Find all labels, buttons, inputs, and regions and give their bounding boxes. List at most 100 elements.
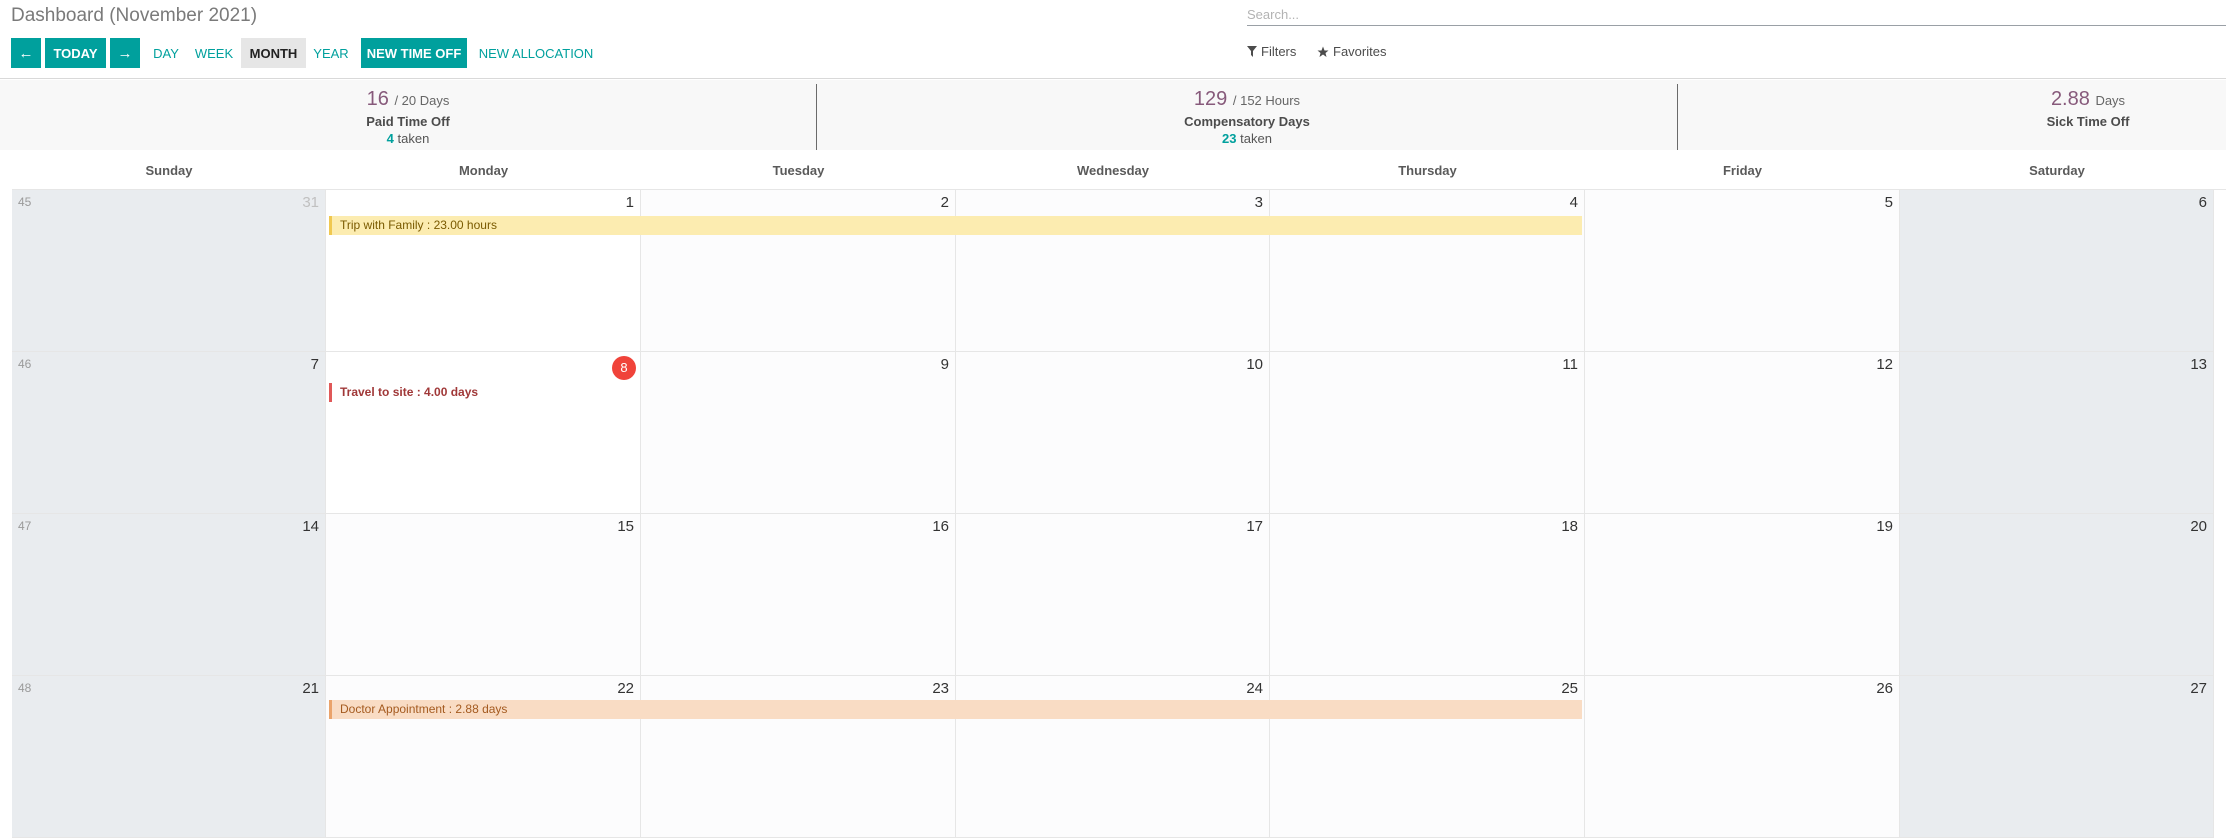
calendar-event[interactable]: Travel to site : 4.00 days — [329, 383, 637, 402]
day-number: 19 — [1876, 518, 1893, 535]
day-cell[interactable]: 11 — [1270, 352, 1585, 514]
day-cell[interactable]: 26 — [1585, 676, 1900, 838]
summary-value: 129 — [1193, 88, 1228, 110]
arrow-right-icon: → — [117, 44, 133, 62]
day-name-saturday: Saturday — [2029, 163, 2085, 178]
day-number: 20 — [2190, 518, 2207, 535]
day-cell[interactable]: 46 7 — [12, 352, 326, 514]
day-cell[interactable]: 3 — [956, 190, 1270, 352]
day-number: 25 — [1561, 680, 1578, 697]
day-number: 1 — [625, 194, 634, 211]
day-cell[interactable]: 48 21 — [12, 676, 326, 838]
summary-taken-count: 4 — [386, 131, 394, 146]
summary-sick-time-off: 2.88 Days Sick Time Off — [1678, 80, 2226, 150]
day-cell[interactable]: 16 — [641, 514, 956, 676]
day-cell[interactable]: 4 — [1270, 190, 1585, 352]
day-cell[interactable]: 13 — [1900, 352, 2214, 514]
new-time-off-button[interactable]: NEW TIME OFF — [361, 38, 467, 68]
summary-taken-label: taken — [397, 131, 430, 146]
day-cell[interactable]: 1 — [326, 190, 641, 352]
summary-total: Days — [2095, 93, 2126, 108]
search-bar[interactable] — [1247, 4, 2226, 26]
search-input[interactable] — [1247, 4, 2226, 25]
calendar-day-header: Sunday Monday Tuesday Wednesday Thursday… — [12, 152, 2226, 190]
day-number: 23 — [932, 680, 949, 697]
day-cell[interactable]: 6 — [1900, 190, 2214, 352]
day-cell[interactable]: 5 — [1585, 190, 1900, 352]
day-name-friday: Friday — [1722, 163, 1762, 178]
day-number: 9 — [940, 356, 949, 373]
calendar-month-grid: 45 31 1 2 3 4 5 6 46 7 8 9 10 11 12 13 4… — [12, 189, 2226, 838]
day-cell[interactable]: 15 — [326, 514, 641, 676]
day-number: 21 — [302, 680, 319, 697]
control-panel: Dashboard (November 2021) ← TODAY → DAY … — [0, 0, 2226, 79]
day-number: 26 — [1876, 680, 1893, 697]
day-name-tuesday: Tuesday — [772, 163, 825, 178]
day-cell[interactable]: 19 — [1585, 514, 1900, 676]
summary-total: / 20 Days — [394, 93, 450, 108]
year-view-button[interactable]: YEAR — [308, 38, 354, 68]
day-cell[interactable]: 27 — [1900, 676, 2214, 838]
day-number: 18 — [1561, 518, 1578, 535]
favorites-button[interactable]: Favorites — [1317, 44, 1386, 59]
day-number: 22 — [617, 680, 634, 697]
calendar-event[interactable]: Doctor Appointment : 2.88 days — [329, 700, 1582, 719]
filters-label: Filters — [1261, 44, 1297, 59]
day-number: 7 — [310, 356, 319, 373]
day-cell[interactable]: 2 — [641, 190, 956, 352]
day-cell[interactable]: 10 — [956, 352, 1270, 514]
day-cell[interactable]: 12 — [1585, 352, 1900, 514]
week-number: 45 — [18, 195, 32, 209]
summary-value: 16 — [366, 88, 389, 110]
new-allocation-button[interactable]: NEW ALLOCATION — [475, 38, 597, 68]
day-number: 31 — [302, 194, 319, 211]
day-name-thursday: Thursday — [1398, 163, 1457, 178]
today-button[interactable]: TODAY — [45, 38, 106, 68]
day-name-monday: Monday — [458, 163, 509, 178]
day-number: 13 — [2190, 356, 2207, 373]
previous-button[interactable]: ← — [11, 38, 41, 68]
favorites-label: Favorites — [1333, 44, 1387, 59]
summary-paid-time-off: 16 / 20 Days Paid Time Off 4 taken — [0, 80, 816, 150]
day-number: 3 — [1254, 194, 1263, 211]
time-off-summary: 16 / 20 Days Paid Time Off 4 taken 129 /… — [0, 80, 2226, 150]
filters-button[interactable]: Filters — [1247, 44, 1296, 59]
day-cell[interactable]: 47 14 — [12, 514, 326, 676]
summary-total: / 152 Hours — [1232, 93, 1301, 108]
day-cell-today[interactable]: 8 — [326, 352, 641, 514]
day-number: 2 — [940, 194, 949, 211]
week-number: 46 — [18, 357, 32, 371]
filter-icon — [1247, 46, 1257, 57]
day-number: 4 — [1569, 194, 1578, 211]
summary-label: Sick Time Off — [2046, 114, 2130, 129]
week-view-button[interactable]: WEEK — [190, 38, 238, 68]
calendar-event[interactable]: Trip with Family : 23.00 hours — [329, 216, 1582, 235]
day-number: 11 — [1562, 356, 1578, 373]
day-view-button[interactable]: DAY — [146, 38, 186, 68]
day-cell[interactable]: 17 — [956, 514, 1270, 676]
day-number: 15 — [617, 518, 634, 535]
day-cell[interactable]: 20 — [1900, 514, 2214, 676]
day-cell[interactable]: 18 — [1270, 514, 1585, 676]
summary-taken-count: 23 — [1222, 131, 1237, 146]
next-button[interactable]: → — [110, 38, 140, 68]
day-cell[interactable]: 45 31 — [12, 190, 326, 352]
day-cell[interactable]: 9 — [641, 352, 956, 514]
month-view-button[interactable]: MONTH — [241, 38, 306, 68]
day-number: 12 — [1876, 356, 1893, 373]
today-badge: 8 — [612, 356, 636, 380]
day-number: 27 — [2190, 680, 2207, 697]
week-number: 47 — [18, 519, 32, 533]
week-number: 48 — [18, 681, 32, 695]
star-icon — [1317, 46, 1329, 57]
summary-label: Paid Time Off — [366, 114, 450, 129]
day-number: 24 — [1246, 680, 1263, 697]
day-name-sunday: Sunday — [145, 163, 193, 178]
arrow-left-icon: ← — [18, 44, 34, 62]
summary-value: 2.88 — [2050, 88, 2090, 110]
page-title: Dashboard (November 2021) — [11, 5, 258, 26]
day-number: 5 — [1884, 194, 1893, 211]
day-number: 6 — [2198, 194, 2207, 211]
summary-label: Compensatory Days — [1184, 114, 1310, 129]
day-number: 16 — [932, 518, 949, 535]
